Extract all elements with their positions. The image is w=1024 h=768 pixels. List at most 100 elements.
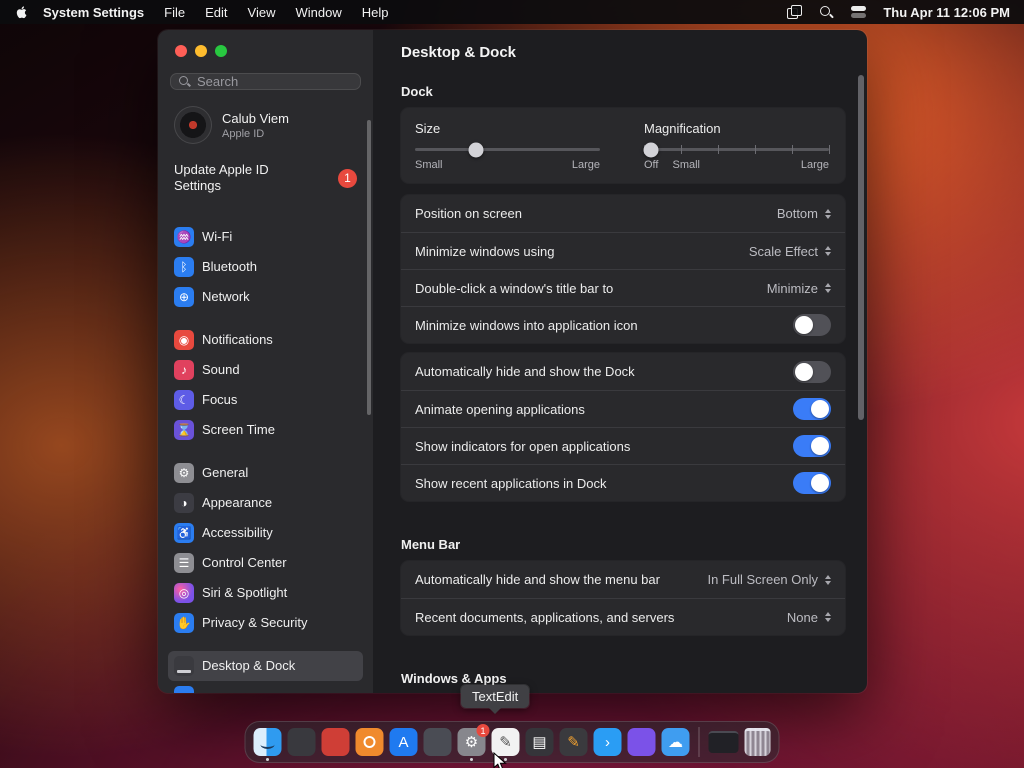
dock-system-settings-icon[interactable]: ⚙ 1: [457, 724, 490, 761]
menu-file[interactable]: File: [164, 5, 185, 20]
row-label: Automatically hide and show the Dock: [415, 364, 635, 379]
dock-dark-app-icon[interactable]: ▤: [525, 728, 554, 756]
sidebar-nav: ♒ Wi-Fi ᛒ Bluetooth ⊕ Network ◉ Notifica…: [158, 201, 373, 693]
menubar-clock[interactable]: Thu Apr 11 12:06 PM: [883, 5, 1010, 20]
sidebar-item-privacy-security[interactable]: ✋ Privacy & Security: [168, 608, 363, 638]
sidebar-item-partial[interactable]: [168, 681, 363, 693]
show-recent-apps-toggle[interactable]: [793, 472, 831, 494]
dock-purple-app-icon[interactable]: [627, 728, 656, 756]
accessibility-icon: ♿: [174, 522, 194, 543]
magnification-slider-knob[interactable]: [643, 142, 659, 157]
section-heading-windows-apps: Windows & Apps: [401, 671, 507, 686]
dock-cloud-app-icon[interactable]: ☁: [661, 728, 690, 756]
close-button[interactable]: [175, 45, 187, 57]
update-badge: 1: [338, 168, 357, 188]
recent-documents-stepper[interactable]: [825, 612, 831, 622]
menu-view[interactable]: View: [248, 5, 276, 20]
dock-gray-app-icon[interactable]: [423, 728, 452, 756]
section-heading-dock: Dock: [401, 84, 433, 99]
settings-content: Desktop & Dock Dock Size Small Large Mag…: [373, 30, 867, 693]
magnification-min-label: Small: [672, 159, 700, 171]
screen-time-icon: ⌛: [174, 419, 194, 440]
menu-edit[interactable]: Edit: [205, 5, 227, 20]
dock-launchpad-icon[interactable]: [287, 728, 316, 756]
spotlight-search-icon[interactable]: [819, 5, 835, 19]
stage-manager-icon[interactable]: [787, 5, 803, 19]
sidebar-item-network[interactable]: ⊕ Network: [168, 282, 363, 312]
position-on-screen-value[interactable]: Bottom: [777, 206, 818, 221]
position-stepper[interactable]: [825, 208, 831, 219]
sidebar-item-general[interactable]: ⚙ General: [168, 458, 363, 488]
apple-id-profile[interactable]: Calub Viem Apple ID: [158, 94, 373, 152]
magnification-slider[interactable]: [643, 142, 830, 157]
sidebar-item-control-center[interactable]: ☰ Control Center: [168, 548, 363, 578]
magnification-off-label: Off: [644, 159, 659, 171]
recent-documents-value[interactable]: None: [787, 610, 818, 625]
zoom-button[interactable]: [215, 45, 227, 57]
minimize-effect-stepper[interactable]: [825, 246, 831, 256]
sidebar-item-accessibility[interactable]: ♿ Accessibility: [168, 518, 363, 548]
dock-trash-icon[interactable]: [744, 728, 771, 756]
dock-tooltip: TextEdit: [461, 685, 530, 708]
content-scrollbar[interactable]: [858, 75, 864, 420]
sidebar: Calub Viem Apple ID Update Apple ID Sett…: [158, 30, 373, 693]
row-label: Show recent applications in Dock: [415, 475, 607, 491]
row-minimize-windows-using: Minimize windows using Scale Effect: [401, 232, 845, 269]
window-controls: [158, 30, 373, 57]
search-field[interactable]: [170, 73, 361, 90]
focus-icon: ☾: [174, 389, 194, 410]
magnification-max-label: Large: [800, 159, 829, 171]
apple-logo-icon[interactable]: [14, 5, 27, 20]
dock-size-slider-group: Size Small Large: [415, 121, 600, 171]
sidebar-item-bluetooth[interactable]: ᛒ Bluetooth: [168, 252, 363, 282]
sidebar-item-label: Control Center: [202, 555, 287, 570]
auto-hide-dock-toggle[interactable]: [793, 360, 831, 383]
dock-red-app-icon[interactable]: [321, 728, 350, 756]
page-title: Desktop & Dock: [401, 44, 517, 61]
animate-opening-toggle[interactable]: [793, 398, 831, 420]
sidebar-item-screen-time[interactable]: ⌛ Screen Time: [168, 415, 363, 445]
sidebar-item-notifications[interactable]: ◉ Notifications: [168, 325, 363, 355]
dock-vscode-icon[interactable]: ›: [593, 728, 622, 756]
sidebar-scrollbar[interactable]: [367, 120, 371, 415]
sidebar-item-sound[interactable]: ♪ Sound: [168, 355, 363, 385]
menu-help[interactable]: Help: [362, 5, 389, 20]
minimize-into-app-icon-toggle[interactable]: [793, 314, 831, 336]
dock-finder-icon[interactable]: [253, 728, 282, 761]
menu-window[interactable]: Window: [295, 5, 341, 20]
auto-hide-menu-bar-value[interactable]: In Full Screen Only: [707, 572, 818, 587]
dock-app-store-icon[interactable]: A: [389, 728, 418, 756]
control-center-pane-icon: ☰: [174, 552, 194, 573]
search-input[interactable]: [197, 74, 352, 89]
sidebar-item-focus[interactable]: ☾ Focus: [168, 385, 363, 415]
network-icon: ⊕: [174, 286, 194, 307]
row-label: Animate opening applications: [415, 401, 585, 417]
minimize-button[interactable]: [195, 45, 207, 57]
sidebar-item-label: Accessibility: [202, 525, 273, 540]
dock-pen-app-icon[interactable]: ✎: [559, 728, 588, 756]
dock-orange-app-icon[interactable]: [355, 728, 384, 756]
minimize-effect-value[interactable]: Scale Effect: [749, 244, 818, 259]
sidebar-item-desktop-dock[interactable]: Desktop & Dock: [168, 650, 363, 681]
sidebar-item-wifi[interactable]: ♒ Wi-Fi: [168, 222, 363, 252]
sidebar-item-siri-spotlight[interactable]: ◎ Siri & Spotlight: [168, 578, 363, 608]
double-click-stepper[interactable]: [825, 283, 831, 293]
show-indicators-toggle[interactable]: [793, 435, 831, 457]
search-icon: [179, 75, 191, 88]
update-apple-id-row[interactable]: Update Apple ID Settings 1: [158, 152, 373, 201]
sidebar-item-label: Bluetooth: [202, 259, 257, 274]
dock-minimized-window[interactable]: [708, 731, 739, 753]
double-click-value[interactable]: Minimize: [767, 281, 818, 296]
menubar-app-name[interactable]: System Settings: [43, 5, 144, 20]
size-slider[interactable]: [415, 142, 600, 157]
size-slider-knob[interactable]: [468, 142, 484, 157]
sidebar-item-appearance[interactable]: ◑ Appearance: [168, 488, 363, 518]
profile-subtitle: Apple ID: [222, 127, 265, 140]
row-recent-documents: Recent documents, applications, and serv…: [401, 598, 845, 635]
auto-hide-menu-bar-stepper[interactable]: [825, 574, 831, 585]
control-center-icon[interactable]: [851, 5, 867, 19]
row-double-click-title-bar: Double-click a window's title bar to Min…: [401, 269, 845, 306]
row-label: Position on screen: [415, 206, 522, 221]
magnification-label: Magnification: [644, 121, 721, 136]
dock-sliders-card: Size Small Large Magnification Off Small…: [401, 108, 845, 183]
